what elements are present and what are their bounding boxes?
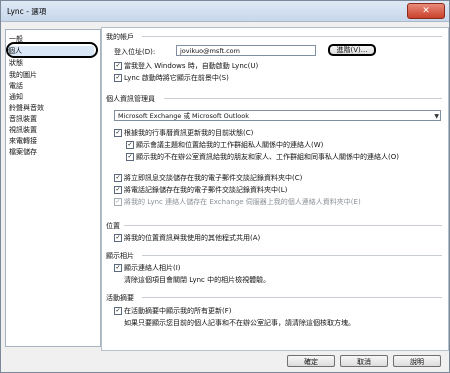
sidebar-item-status[interactable]: 狀態 bbox=[9, 58, 23, 68]
sidebar-item-my-picture[interactable]: 我的圖片 bbox=[9, 70, 37, 80]
save-im-checkbox[interactable]: ✓ bbox=[114, 174, 122, 182]
sidebar-item-alerts[interactable]: 通知 bbox=[9, 92, 23, 102]
show-meeting-label: 顯示會議主題和位置給我的工作群組私人關係中的連絡人(W) bbox=[136, 141, 324, 149]
divider bbox=[142, 297, 442, 298]
show-photos-checkbox[interactable]: ✓ bbox=[114, 264, 122, 272]
sidebar-item-ringtones[interactable]: 鈴聲與音效 bbox=[9, 103, 44, 113]
sidebar-item-audio-device[interactable]: 音訊裝置 bbox=[9, 114, 37, 124]
divider bbox=[164, 98, 442, 99]
window-title: Lync - 選項 bbox=[7, 7, 47, 16]
section-header-pim: 個人資訊管理員 bbox=[106, 95, 155, 103]
show-front-label: Lync 啟動時將它顯示在前景中(S) bbox=[124, 74, 229, 82]
section-header-location: 位置 bbox=[106, 222, 120, 230]
sidebar-item-video-device[interactable]: 視訊裝置 bbox=[9, 125, 37, 135]
show-photos-label: 顯示連絡人相片(I) bbox=[124, 264, 181, 272]
chevron-down-icon: ▼ bbox=[434, 113, 439, 120]
personal-settings-panel: 我的帳戶 登入位址(D): jovikuo@msft.com 進階(V)... … bbox=[101, 27, 449, 351]
options-sidebar: 一般 個人 狀態 我的圖片 電話 通知 鈴聲與音效 音訊裝置 視訊裝置 來電轉接… bbox=[5, 29, 101, 347]
ok-button[interactable]: 確定 bbox=[287, 355, 335, 367]
options-window: Lync - 選項 ✕ 一般 個人 狀態 我的圖片 電話 通知 鈴聲與音效 音訊… bbox=[0, 0, 450, 373]
feed-note: 如果只要顯示您目前的個人記事和不在辦公室記事，請清除這個核取方塊。 bbox=[124, 319, 355, 327]
show-absent-checkbox[interactable]: ✓ bbox=[126, 153, 134, 161]
update-presence-label: 根據我的行事曆資訊更新我的目前狀態(C) bbox=[124, 129, 254, 137]
show-absent-label: 顯示我的不在辦公室資訊給我的朋友和家人、工作群組和同事私人關係中的連絡人(O) bbox=[136, 153, 399, 161]
section-header-feed: 活動摘要 bbox=[106, 294, 134, 302]
save-contacts-checkbox[interactable]: ✓ bbox=[114, 198, 122, 206]
sidebar-item-phones[interactable]: 電話 bbox=[9, 81, 23, 91]
advanced-settings-button[interactable]: 進階(V)... bbox=[328, 44, 376, 56]
save-im-label: 將立即訊息交談儲存在我的電子郵件交談記錄資料夾中(C) bbox=[124, 174, 303, 182]
divider bbox=[142, 36, 442, 37]
close-button[interactable]: ✕ bbox=[407, 3, 445, 19]
sidebar-item-personal[interactable]: 個人 bbox=[6, 42, 98, 58]
sidebar-item-file-saving[interactable]: 檔案儲存 bbox=[9, 147, 37, 157]
share-location-checkbox[interactable]: ✓ bbox=[114, 234, 122, 242]
cancel-button[interactable]: 取消 bbox=[340, 355, 388, 367]
dialog-footer: 確定 取消 說明 bbox=[1, 351, 449, 372]
divider bbox=[142, 255, 442, 256]
sign-in-address-field[interactable]: jovikuo@msft.com bbox=[176, 45, 316, 56]
title-bar: Lync - 選項 ✕ bbox=[1, 1, 449, 22]
save-calls-label: 將電話記錄儲存在我的電子郵件交談記錄資料夾中(L) bbox=[124, 186, 288, 194]
pim-select[interactable]: Microsoft Exchange 或 Microsoft Outlook ▼ bbox=[114, 110, 441, 121]
photos-note: 清除這個項目會關閉 Lync 中的相片檢視體驗。 bbox=[124, 276, 271, 284]
highlight-circle bbox=[6, 42, 98, 58]
pim-select-value: Microsoft Exchange 或 Microsoft Outlook bbox=[118, 112, 249, 120]
save-calls-checkbox[interactable]: ✓ bbox=[114, 186, 122, 194]
update-presence-checkbox[interactable]: ✓ bbox=[114, 129, 122, 137]
auto-start-checkbox[interactable]: ✓ bbox=[114, 62, 122, 70]
auto-start-label: 當我登入 Windows 時，自動啟動 Lync(U) bbox=[124, 62, 259, 70]
show-updates-label: 在活動摘要中顯示我的所有更新(F) bbox=[124, 307, 232, 315]
sign-in-address-label: 登入位址(D): bbox=[114, 48, 156, 56]
show-front-checkbox[interactable]: ✓ bbox=[114, 74, 122, 82]
section-header-account: 我的帳戶 bbox=[106, 33, 134, 41]
section-header-photos: 顯示相片 bbox=[106, 252, 134, 260]
show-meeting-checkbox[interactable]: ✓ bbox=[126, 141, 134, 149]
divider bbox=[124, 225, 442, 226]
save-contacts-label: 將我的 Lync 連絡人儲存在 Exchange 伺服器上我的個人連絡人資料夾中… bbox=[124, 198, 361, 206]
share-location-label: 將我的位置資訊與我使用的其他程式共用(A) bbox=[124, 234, 261, 242]
show-updates-checkbox[interactable]: ✓ bbox=[114, 307, 122, 315]
help-button[interactable]: 說明 bbox=[393, 355, 441, 367]
sidebar-item-call-forwarding[interactable]: 來電轉接 bbox=[9, 136, 37, 146]
